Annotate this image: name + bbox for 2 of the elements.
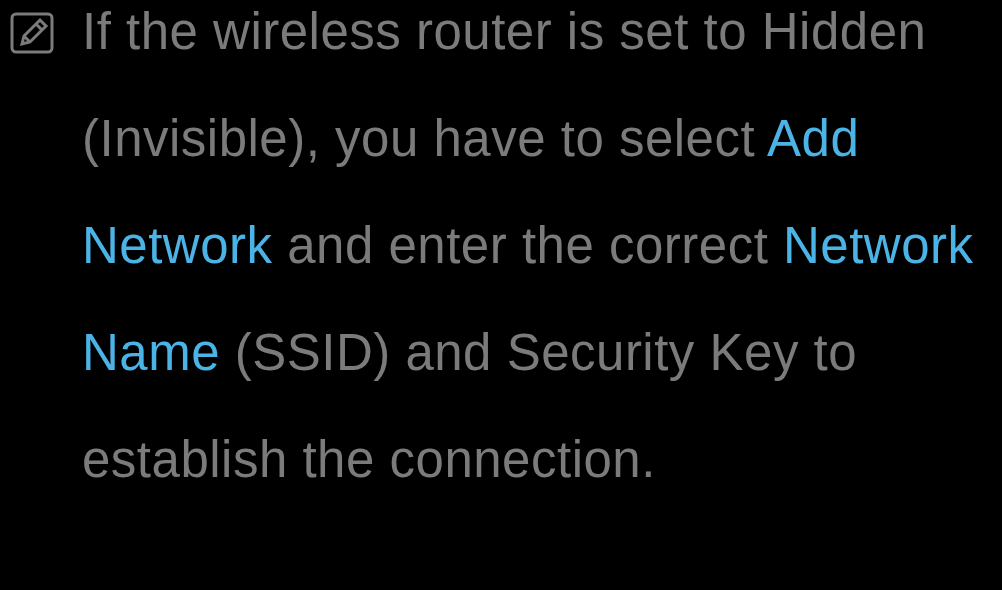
note-icon: [10, 12, 54, 54]
note-text: If the wireless router is set to Hidden (Invisible), you have to select Add Network and enter the correct Network Name (SSID) and Security Key to establish the connection.: [82, 2, 975, 490]
